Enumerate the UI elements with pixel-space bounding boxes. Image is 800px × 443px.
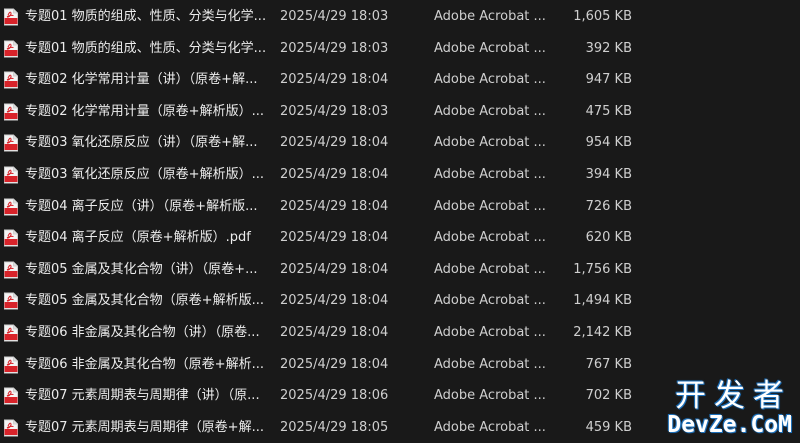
file-modified-date: 2025/4/29 18:04: [280, 167, 389, 182]
file-type: Adobe Acrobat ...: [434, 72, 546, 88]
file-row[interactable]: 专题06 非金属及其化合物（原卷+解析... 2025/4/29 18:04 Ado…: [0, 350, 800, 380]
file-modified-date: 2025/4/29 18:03: [280, 9, 389, 24]
file-size: 954 KB: [585, 135, 632, 151]
file-name: 专题04 离子反应（讲）（原卷+解析版...: [25, 198, 258, 214]
pdf-file-icon: [4, 387, 18, 405]
pdf-file-icon: [4, 103, 18, 121]
file-modified-date: 2025/4/29 18:03: [280, 103, 389, 119]
file-name: 专题07 元素周期表与周期律（原卷+解...: [25, 419, 264, 435]
pdf-file-icon: [4, 419, 18, 437]
pdf-file-icon: [4, 292, 18, 310]
file-row[interactable]: 专题01 物质的组成、性质、分类与化学... 2025/4/29 18:03 Ado…: [0, 34, 800, 64]
file-row[interactable]: 专题02 化学常用计量（原卷+解析版）.... 2025/4/29 18:03 Ad…: [0, 97, 800, 127]
file-type: Adobe Acrobat ...: [434, 135, 546, 151]
file-modified-date: 2025/4/29 18:04: [280, 230, 389, 246]
file-type: Adobe Acrobat ...: [434, 9, 546, 24]
pdf-file-icon: [4, 261, 18, 279]
file-type: Adobe Acrobat ...: [434, 388, 546, 404]
file-row[interactable]: 专题04 离子反应（原卷+解析版）.pdf 2025/4/29 18:04 Adob…: [0, 223, 800, 253]
file-size: 947 KB: [585, 72, 632, 88]
file-row[interactable]: 专题04 离子反应（讲）（原卷+解析版... 2025/4/29 18:04 Ado…: [0, 192, 800, 222]
pdf-file-icon: [4, 8, 18, 26]
file-modified-date: 2025/4/29 18:04: [280, 293, 389, 309]
file-row[interactable]: 专题05 金属及其化合物（原卷+解析版... 2025/4/29 18:04 Ado…: [0, 286, 800, 316]
file-name: 专题07 元素周期表与周期律（讲）（原...: [25, 388, 260, 404]
file-size: 702 KB: [585, 388, 632, 404]
watermark-cn-text: 开发者: [675, 378, 792, 414]
watermark-en-text: DevZe.CoM: [667, 412, 792, 438]
file-type: Adobe Acrobat ...: [434, 103, 546, 119]
file-row[interactable]: 专题06 非金属及其化合物（讲）（原卷... 2025/4/29 18:04 Ado…: [0, 318, 800, 348]
file-name: 专题05 金属及其化合物（讲）（原卷+...: [25, 261, 258, 277]
file-type: Adobe Acrobat ...: [434, 198, 546, 214]
watermark-logo: 开发者 DevZe.CoM: [636, 379, 796, 439]
file-size: 1,756 KB: [573, 261, 632, 277]
file-size: 726 KB: [585, 198, 632, 214]
file-name: 专题06 非金属及其化合物（原卷+解析...: [25, 356, 264, 372]
file-name: 专题02 化学常用计量（讲）（原卷+解...: [25, 72, 258, 88]
file-modified-date: 2025/4/29 18:05: [280, 419, 389, 435]
file-type: Adobe Acrobat ...: [434, 167, 546, 182]
pdf-file-icon: [4, 324, 18, 342]
file-size: 620 KB: [585, 230, 632, 246]
pdf-file-icon: [4, 356, 18, 374]
pdf-file-icon: [4, 229, 18, 247]
file-row[interactable]: 专题03 氧化还原反应（原卷+解析版）.... 2025/4/29 18:04 Ad…: [0, 160, 800, 190]
file-size: 767 KB: [585, 356, 632, 372]
pdf-file-icon: [4, 40, 18, 58]
file-type: Adobe Acrobat ...: [434, 40, 546, 56]
file-row[interactable]: 专题05 金属及其化合物（讲）（原卷+... 2025/4/29 18:04 Ado…: [0, 255, 800, 285]
file-size: 2,142 KB: [573, 325, 632, 340]
file-name: 专题04 离子反应（原卷+解析版）.pdf: [25, 230, 251, 246]
file-type: Adobe Acrobat ...: [434, 230, 546, 246]
file-type: Adobe Acrobat ...: [434, 325, 546, 340]
file-type: Adobe Acrobat ...: [434, 419, 546, 435]
file-modified-date: 2025/4/29 18:04: [280, 325, 389, 340]
file-modified-date: 2025/4/29 18:06: [280, 388, 389, 404]
file-type: Adobe Acrobat ...: [434, 356, 546, 372]
file-name: 专题06 非金属及其化合物（讲）（原卷...: [25, 325, 260, 340]
file-name: 专题02 化学常用计量（原卷+解析版）....: [25, 103, 265, 119]
file-modified-date: 2025/4/29 18:04: [280, 72, 389, 88]
pdf-file-icon: [4, 166, 18, 184]
file-name: 专题05 金属及其化合物（原卷+解析版...: [25, 293, 264, 309]
file-modified-date: 2025/4/29 18:04: [280, 198, 389, 214]
file-list: 专题01 物质的组成、性质、分类与化学... 2025/4/29 18:03 Ado…: [0, 0, 800, 443]
pdf-file-icon: [4, 134, 18, 152]
file-row[interactable]: 专题03 氧化还原反应（讲）（原卷+解... 2025/4/29 18:04 Ado…: [0, 128, 800, 158]
file-modified-date: 2025/4/29 18:04: [280, 261, 389, 277]
file-name: 专题03 氧化还原反应（原卷+解析版）....: [25, 167, 265, 182]
pdf-file-icon: [4, 198, 18, 216]
file-row[interactable]: 专题01 物质的组成、性质、分类与化学... 2025/4/29 18:03 Ado…: [0, 2, 800, 32]
file-type: Adobe Acrobat ...: [434, 261, 546, 277]
file-size: 459 KB: [585, 419, 632, 435]
file-name: 专题01 物质的组成、性质、分类与化学...: [25, 40, 265, 56]
file-row[interactable]: 专题02 化学常用计量（讲）（原卷+解... 2025/4/29 18:04 Ado…: [0, 65, 800, 95]
file-modified-date: 2025/4/29 18:04: [280, 356, 389, 372]
file-size: 394 KB: [585, 167, 632, 182]
file-size: 1,494 KB: [573, 293, 632, 309]
pdf-file-icon: [4, 71, 18, 89]
file-modified-date: 2025/4/29 18:03: [280, 40, 389, 56]
file-modified-date: 2025/4/29 18:04: [280, 135, 389, 151]
file-size: 1,605 KB: [573, 9, 632, 24]
file-type: Adobe Acrobat ...: [434, 293, 546, 309]
file-name: 专题01 物质的组成、性质、分类与化学...: [25, 9, 265, 24]
file-size: 475 KB: [585, 103, 632, 119]
file-size: 392 KB: [585, 40, 632, 56]
file-name: 专题03 氧化还原反应（讲）（原卷+解...: [25, 135, 258, 151]
